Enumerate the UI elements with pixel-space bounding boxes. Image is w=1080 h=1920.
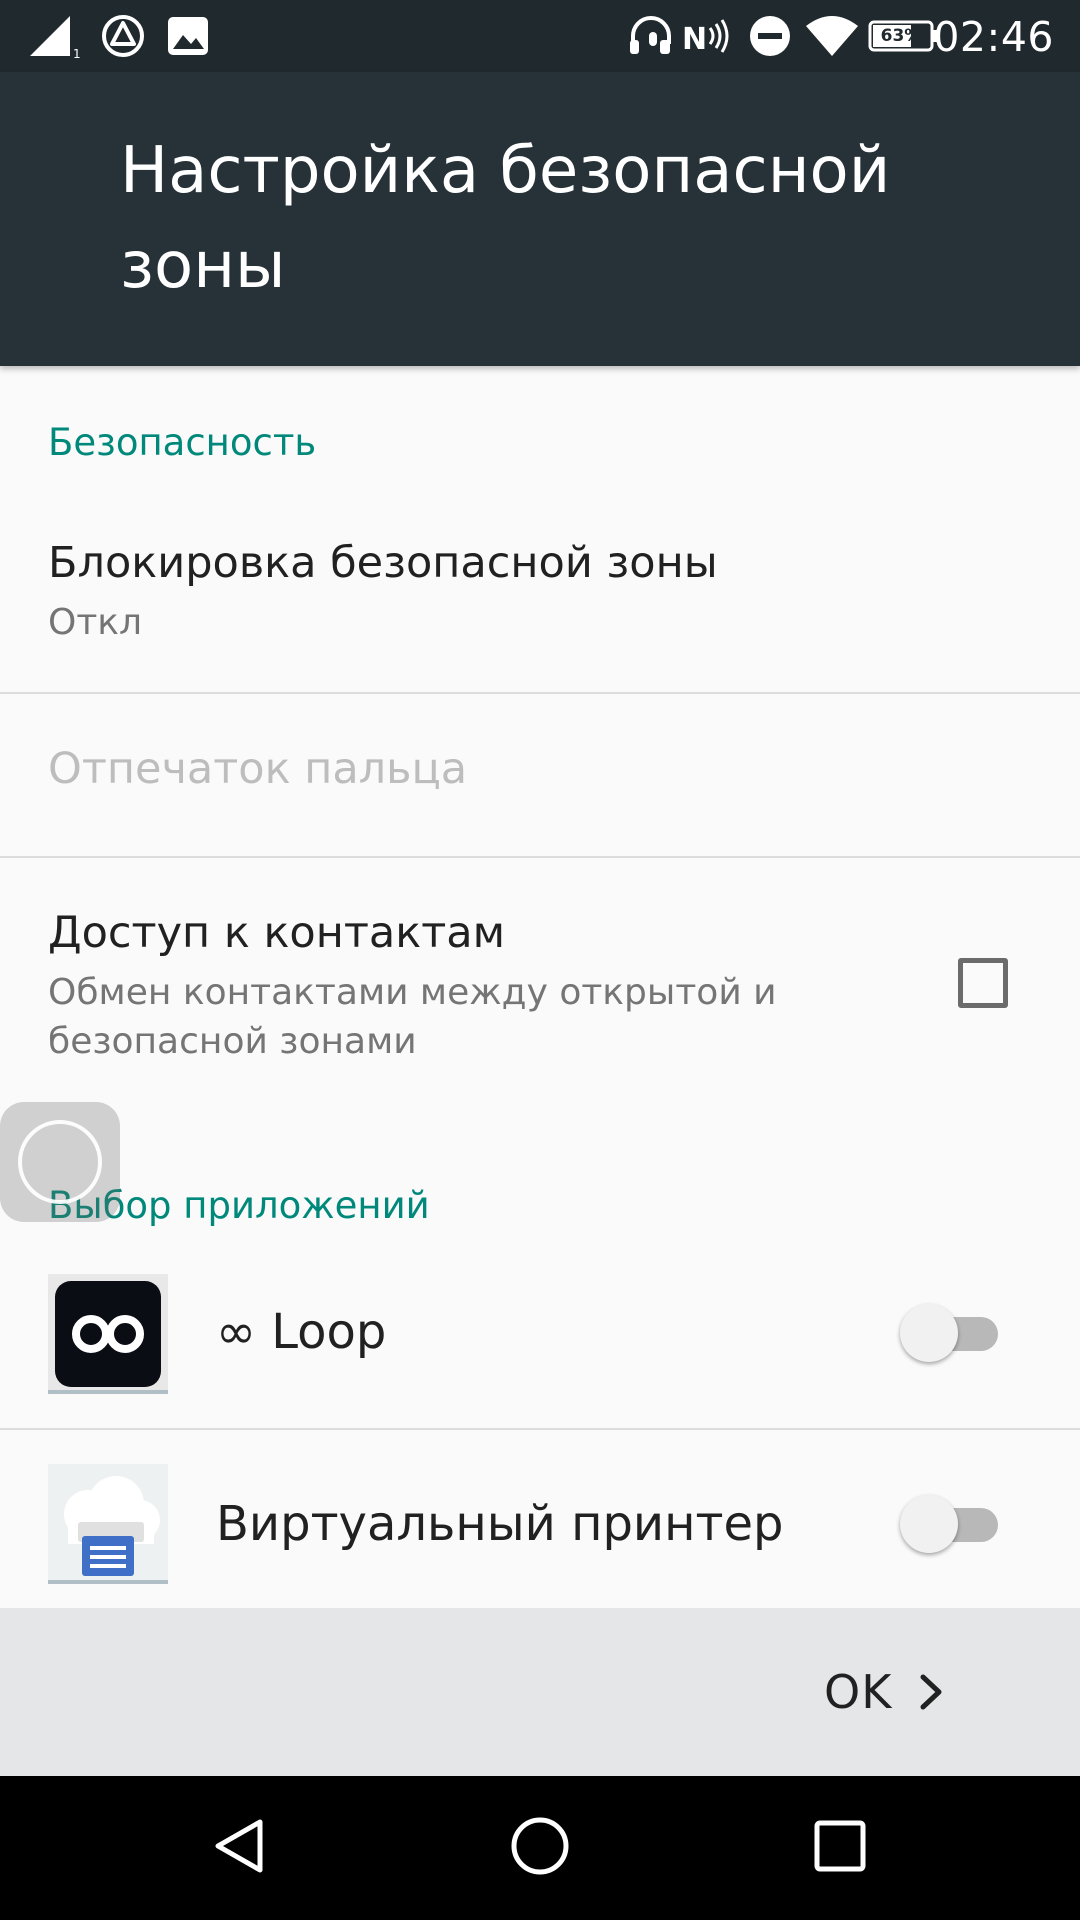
home-button[interactable] [460, 1776, 620, 1920]
back-icon [210, 1816, 270, 1880]
pref-summary: Откл [48, 602, 143, 643]
page-title: Настройка безопасной зоны [120, 134, 891, 303]
nfc-icon: N [682, 0, 730, 72]
ok-label: OK [824, 1665, 893, 1719]
status-bar: 1 N 63% 02:46 [0, 0, 1080, 72]
sync-icon [98, 0, 148, 72]
headset-icon [626, 0, 676, 72]
home-icon [509, 1815, 571, 1881]
pref-summary: Обмен контактами между открытой и безопа… [48, 972, 777, 1062]
pref-title: Отпечаток пальца [48, 744, 468, 794]
ok-button[interactable]: OK [800, 1632, 980, 1752]
contacts-checkbox[interactable] [958, 958, 1008, 1008]
app-bar: Настройка безопасной зоны [0, 72, 1080, 366]
section-header-security: Безопасность [48, 421, 317, 464]
settings-list[interactable]: Безопасность Блокировка безопасной зоны … [0, 366, 1080, 1608]
navigation-bar [0, 1776, 1080, 1920]
pref-fingerprint: Отпечаток пальца [0, 694, 1080, 854]
do-not-disturb-icon [746, 0, 794, 72]
chevron-right-icon [918, 1672, 944, 1712]
switch-thumb [900, 1304, 958, 1362]
image-icon [164, 0, 212, 72]
circle-icon [18, 1120, 102, 1204]
switch-thumb [900, 1495, 958, 1553]
virtual-printer-toggle[interactable] [900, 1494, 1000, 1554]
cloud-print-app-icon [48, 1464, 168, 1584]
bottom-action-bar: OK [0, 1608, 1080, 1776]
signal-icon: 1 [26, 0, 86, 72]
pref-title: Блокировка безопасной зоны [48, 538, 718, 588]
app-label: ∞ Loop [216, 1304, 387, 1360]
app-row-virtual-printer[interactable]: Виртуальный принтер [0, 1430, 1080, 1608]
assistive-touch-button[interactable] [0, 1102, 120, 1222]
loop-app-icon [48, 1274, 168, 1394]
back-button[interactable] [160, 1776, 320, 1920]
battery-percent: 63% [880, 26, 922, 46]
app-label: Виртуальный принтер [216, 1496, 784, 1552]
svg-text:N: N [682, 22, 707, 56]
screen: 1 N 63% 02:46 Настройка безопасной зоны … [0, 0, 1080, 1920]
recents-button[interactable] [760, 1776, 920, 1920]
status-clock: 02:46 [933, 13, 1054, 61]
svg-text:1: 1 [73, 47, 81, 60]
pref-title: Доступ к контактам [48, 908, 506, 958]
pref-secure-zone-lock[interactable]: Блокировка безопасной зоны Откл [0, 506, 1080, 658]
recents-icon [812, 1818, 868, 1878]
wifi-icon [804, 0, 860, 72]
loop-toggle[interactable] [900, 1303, 1000, 1363]
